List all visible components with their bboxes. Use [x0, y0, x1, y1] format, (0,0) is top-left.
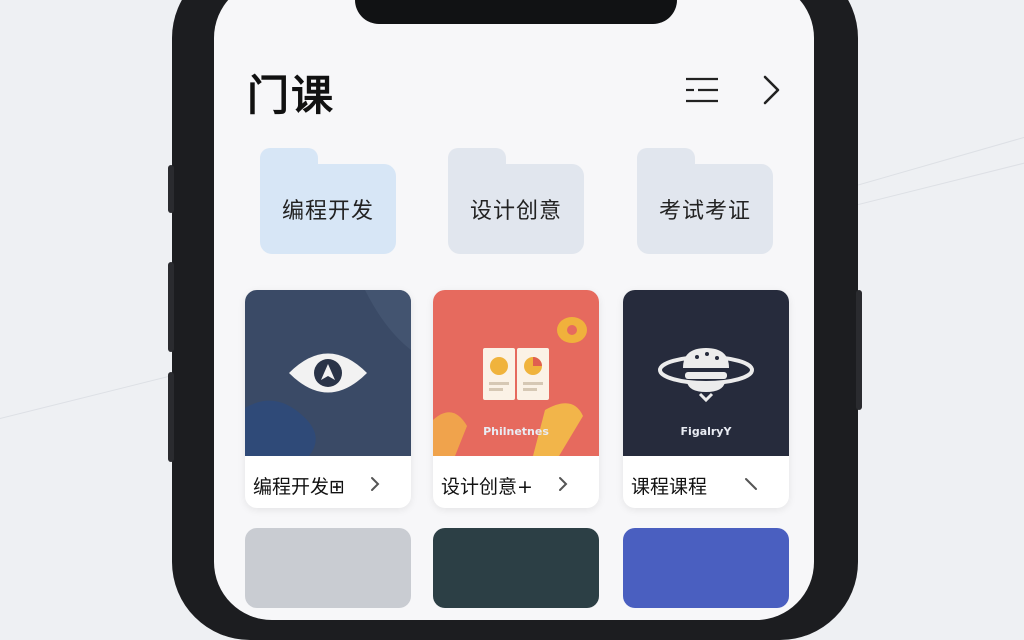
course-card-design[interactable]: Philnetnes 设计创意+ [433, 290, 599, 508]
list-filter-icon[interactable] [682, 70, 722, 110]
course-card-partial[interactable] [433, 528, 599, 608]
course-thumbnail [245, 290, 411, 456]
category-label: 编程开发 [281, 199, 374, 224]
power-button [856, 290, 862, 410]
chevron-right-icon[interactable] [367, 476, 383, 492]
chevron-right-icon[interactable] [555, 476, 571, 492]
category-label: 考试考证 [658, 199, 751, 224]
folder-body: 考试考证 [637, 164, 773, 254]
category-folder-programming[interactable]: 编程开发 [260, 148, 396, 254]
course-thumbnail: Philnetnes [433, 290, 599, 456]
course-card-partial[interactable] [623, 528, 789, 608]
course-title: 设计创意+ [441, 476, 533, 498]
category-label: 设计创意 [469, 199, 562, 224]
category-folder-exams[interactable]: 考试考证 [637, 148, 773, 254]
course-card-partial[interactable] [245, 528, 411, 608]
course-card-programming[interactable]: 编程开发⊞ [245, 290, 411, 508]
course-title: 编程开发⊞ [253, 476, 345, 498]
folder-body: 设计创意 [448, 164, 584, 254]
thumbnail-caption: Philnetnes [483, 425, 549, 438]
course-card-courses[interactable]: FigalryY 课程课程 [623, 290, 789, 508]
side-button [168, 165, 174, 213]
page-title: 门课 [247, 71, 336, 120]
side-button [168, 262, 174, 352]
course-thumbnail: FigalryY [623, 290, 789, 456]
camera-notch [355, 0, 677, 24]
thumbnail-caption: FigalryY [680, 425, 732, 438]
chevron-down-right-icon[interactable] [743, 476, 759, 492]
side-button [168, 372, 174, 462]
course-title: 课程课程 [631, 476, 708, 498]
chevron-right-icon[interactable] [752, 70, 792, 110]
category-folder-design[interactable]: 设计创意 [448, 148, 584, 254]
folder-body: 编程开发 [260, 164, 396, 254]
